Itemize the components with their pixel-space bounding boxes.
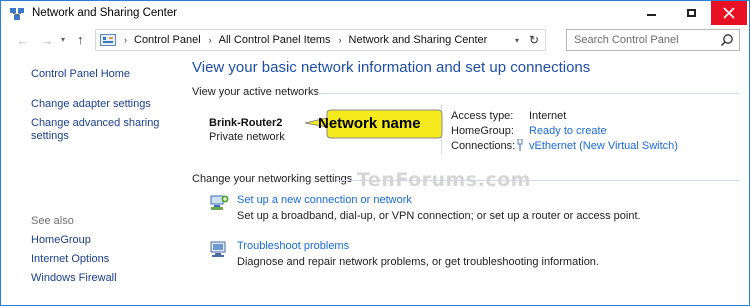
back-arrow-icon[interactable]: ← — [15, 33, 31, 48]
ethernet-icon — [517, 139, 523, 151]
change-advanced-sharing-link[interactable]: Change advanced sharing settings — [31, 117, 161, 143]
troubleshoot-icon — [210, 241, 226, 257]
forward-arrow-icon[interactable]: → — [39, 33, 55, 48]
access-type-label: Access type: — [451, 110, 514, 122]
breadcrumb-control-panel[interactable]: Control Panel — [134, 34, 201, 46]
minimize-button[interactable] — [631, 1, 671, 25]
connections-label: Connections: — [451, 140, 516, 152]
title-bar[interactable]: Network and Sharing Center — [1, 1, 749, 27]
homegroup-link[interactable]: HomeGroup — [31, 234, 176, 247]
network-type: Private network — [209, 131, 285, 143]
maximize-button[interactable] — [671, 1, 711, 25]
networking-settings-heading: Change your networking settings — [192, 173, 353, 185]
callout-text: Network name — [318, 115, 421, 132]
network-name: Brink-Router2 — [209, 117, 283, 129]
troubleshoot-description: Diagnose and repair network problems, or… — [237, 256, 599, 268]
search-input[interactable]: Search Control Panel — [566, 29, 740, 51]
control-panel-home-link[interactable]: Control Panel Home — [31, 68, 176, 81]
change-adapter-settings-link[interactable]: Change adapter settings — [31, 98, 176, 111]
main-content: View your basic network information and … — [183, 55, 749, 305]
recent-locations-icon[interactable]: ▾ — [61, 35, 65, 44]
breadcrumb-separator-icon[interactable]: › — [209, 35, 212, 45]
active-networks-heading: View your active networks — [192, 86, 319, 98]
network-center-icon — [10, 8, 24, 20]
setup-connection-description: Set up a broadband, dial-up, or VPN conn… — [237, 210, 641, 222]
troubleshoot-link[interactable]: Troubleshoot problems — [237, 240, 349, 252]
address-dropdown-icon[interactable]: ▾ — [515, 36, 519, 45]
see-also-heading: See also — [31, 215, 74, 227]
access-type-value: Internet — [529, 110, 567, 122]
connection-link[interactable]: vEthernet (New Virtual Switch) — [529, 140, 678, 152]
setup-connection-link[interactable]: Set up a new connection or network — [237, 194, 412, 206]
new-connection-icon — [210, 195, 229, 210]
address-bar[interactable]: › Control Panel › All Control Panel Item… — [95, 29, 546, 51]
maximize-icon — [686, 9, 696, 17]
breadcrumb-separator-icon: › — [124, 35, 127, 45]
search-placeholder: Search Control Panel — [574, 34, 679, 46]
minimize-icon — [646, 14, 656, 16]
breadcrumb-network-center[interactable]: Network and Sharing Center — [349, 34, 488, 46]
up-arrow-icon[interactable]: ↑ — [77, 32, 84, 47]
left-pane: Control Panel Home Change adapter settin… — [1, 55, 183, 305]
close-button[interactable] — [711, 1, 747, 25]
homegroup-ready-link[interactable]: Ready to create — [529, 125, 607, 137]
homegroup-label: HomeGroup: — [451, 125, 514, 137]
refresh-icon[interactable]: ↻ — [529, 33, 539, 47]
watermark: TenForums.com — [357, 169, 531, 191]
search-icon[interactable] — [720, 33, 734, 47]
page-title: View your basic network information and … — [192, 59, 591, 76]
control-panel-icon — [100, 34, 116, 46]
window: Network and Sharing Center ← → ▾ ↑ › Con… — [0, 0, 750, 306]
window-title: Network and Sharing Center — [32, 7, 178, 19]
breadcrumb-all-items[interactable]: All Control Panel Items — [219, 34, 331, 46]
internet-options-link[interactable]: Internet Options — [31, 253, 176, 266]
close-icon — [723, 7, 735, 19]
section-divider — [313, 93, 739, 94]
navigation-bar: ← → ▾ ↑ › Control Panel › All Control Pa… — [1, 27, 749, 55]
windows-firewall-link[interactable]: Windows Firewall — [31, 272, 176, 285]
breadcrumb-separator-icon[interactable]: › — [339, 35, 342, 45]
